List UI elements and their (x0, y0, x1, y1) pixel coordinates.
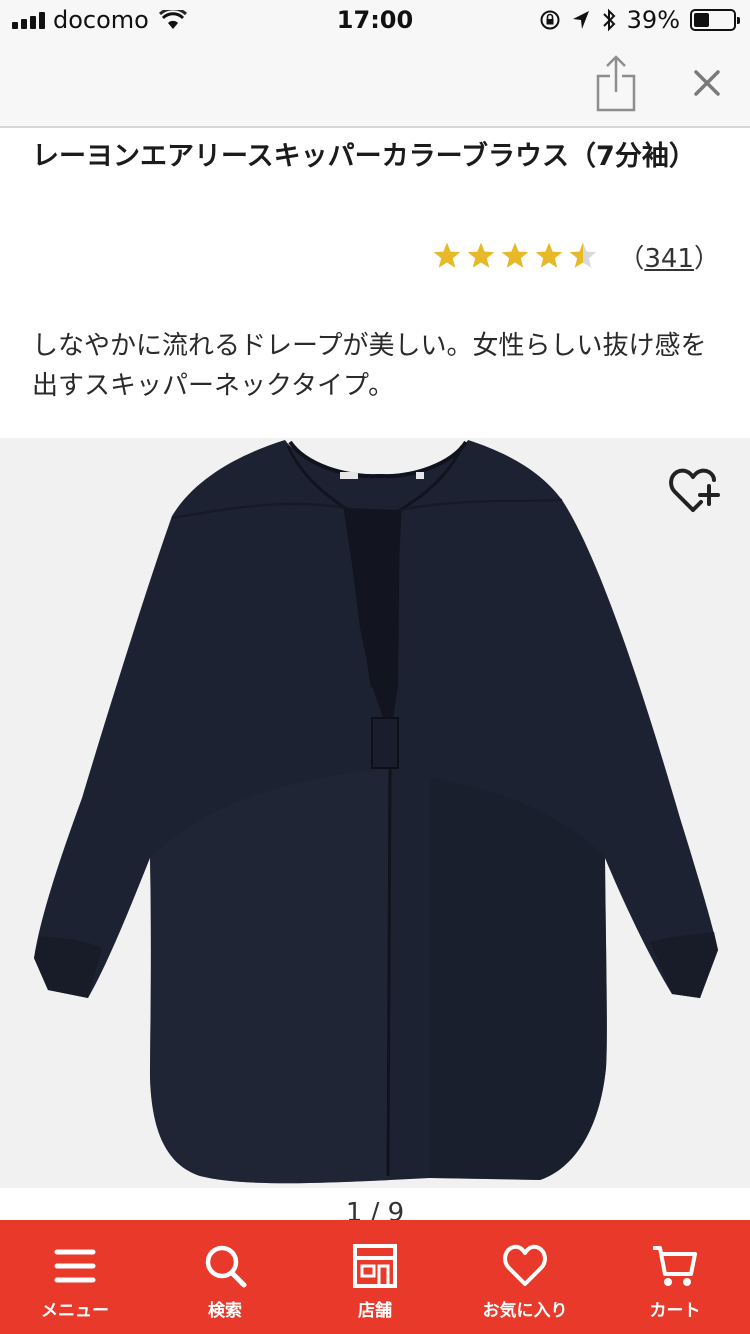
add-favorite-icon[interactable] (668, 464, 722, 518)
rotation-lock-icon (540, 10, 560, 30)
nav-cart[interactable]: カート (600, 1220, 750, 1334)
bluetooth-icon (602, 8, 616, 32)
nav-search[interactable]: 検索 (150, 1220, 300, 1334)
product-title: レーヨンエアリースキッパーカラーブラウス（7分袖） (32, 141, 696, 172)
store-icon (353, 1244, 397, 1288)
bottom-nav: メニュー 検索 店舗 お気に入り カート (0, 1220, 750, 1334)
product-image[interactable] (0, 438, 750, 1188)
product-description: しなやかに流れるドレープが美しい。女性らしい抜け感を出すスキッパーネックタイプ。 (32, 331, 707, 401)
battery-icon (690, 9, 740, 31)
nav-menu-label: メニュー (41, 1301, 109, 1321)
blouse-photo (34, 440, 718, 1184)
nav-cart-label: カート (649, 1301, 701, 1321)
review-count-number[interactable]: 341 (644, 244, 694, 274)
browser-toolbar (0, 40, 750, 128)
nav-favorites[interactable]: お気に入り (450, 1220, 600, 1334)
rating-stars (432, 241, 598, 271)
product-rating[interactable]: （341） (432, 236, 720, 276)
share-icon[interactable] (592, 54, 640, 114)
nav-search-label: 検索 (208, 1301, 242, 1321)
star-icon (536, 242, 563, 268)
status-bar: docomo 17:00 39% (0, 0, 750, 40)
review-count-open: （ (618, 243, 645, 274)
location-icon (572, 11, 589, 29)
star-icon (570, 242, 597, 268)
status-right: 39% (539, 6, 740, 34)
heart-icon (503, 1244, 547, 1286)
close-icon[interactable] (686, 62, 728, 104)
review-count-close: ） (693, 243, 720, 274)
nav-favorites-label: お気に入り (482, 1301, 568, 1321)
nav-store-label: 店舗 (358, 1301, 392, 1321)
star-icon (434, 242, 461, 268)
nav-store[interactable]: 店舗 (300, 1220, 450, 1334)
star-icon (468, 242, 495, 268)
cart-icon (653, 1246, 697, 1286)
nav-menu[interactable]: メニュー (0, 1220, 150, 1334)
star-icon (502, 242, 529, 268)
menu-icon (54, 1249, 96, 1283)
review-count[interactable]: （341） (618, 238, 720, 275)
search-icon (205, 1245, 247, 1288)
battery-percent: 39% (626, 6, 680, 34)
battery-fill (694, 13, 709, 27)
